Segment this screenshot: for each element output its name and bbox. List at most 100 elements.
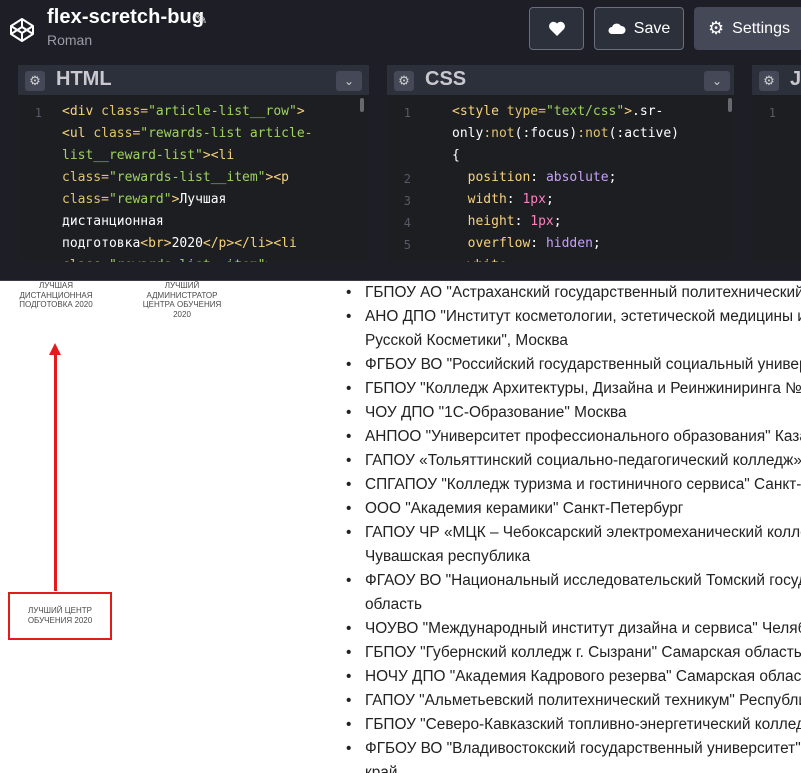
html-gutter: 1: [18, 98, 58, 262]
js-settings-gear-icon[interactable]: ⚙: [759, 71, 779, 91]
list-item-text: область: [365, 596, 422, 613]
html-editor-panel: ⚙ HTML ⌄ 1 <div class="article-list__row…: [18, 62, 369, 262]
html-code-line: дистанционная: [62, 214, 164, 229]
css-editor-panel: ⚙ CSS ⌄ 123456 <style type="text/css">.s…: [387, 62, 734, 262]
list-item-text: Русской Косметики", Москва: [365, 332, 568, 349]
css-line-number: 4: [403, 216, 411, 230]
list-item-text: ГБПОУ "Колледж Архитектуры, Дизайна и Ре…: [365, 380, 801, 397]
html-panel-header: ⚙ HTML ⌄: [18, 62, 369, 95]
list-bullet: •: [346, 668, 352, 685]
js-panel-header: ⚙ JS: [752, 62, 801, 95]
html-collapse-chevron-icon[interactable]: ⌄: [336, 71, 362, 91]
list-bullet: •: [346, 404, 352, 421]
html-code-line: подготовка<br>2020</p></li><li: [62, 236, 297, 251]
list-item-text: АНО ДПО "Институт косметологии, эстетиче…: [365, 308, 801, 325]
js-editor-panel: ⚙ JS 1: [752, 62, 801, 262]
css-code-line: only:not(:focus):not(:active): [452, 126, 680, 141]
list-item-text: ООО "Академия керамики" Санкт-Петербург: [365, 500, 684, 517]
award-best-training-center: Лучший центр обучения 2020: [27, 606, 93, 625]
list-bullet: •: [346, 692, 352, 709]
list-bullet: •: [346, 356, 352, 373]
css-code-line: overflow: hidden;: [452, 236, 601, 251]
list-item-text: Чувашская республика: [365, 548, 531, 565]
list-item-text: ГАПОУ "Альметьевский политехнический тех…: [365, 692, 801, 709]
list-item-text: ЧОУВО "Международный институт дизайна и …: [365, 620, 801, 637]
html-code-line: list__reward-list"><li: [62, 148, 235, 163]
js-gutter: 1: [752, 98, 792, 262]
list-item-text: АНПОО "Университет профессионального обр…: [365, 428, 801, 445]
list-item-text: ГАПОУ ЧР «МЦК – Чебоксарский электромеха…: [365, 524, 801, 541]
js-panel-title: JS: [790, 68, 801, 90]
author-name[interactable]: Roman: [47, 32, 92, 48]
list-bullet: •: [346, 500, 352, 517]
css-line-number: 2: [403, 172, 411, 186]
css-collapse-chevron-icon[interactable]: ⌄: [704, 71, 730, 91]
list-bullet: •: [346, 308, 352, 325]
list-item-text: ЧОУ ДПО "1С-Образование" Москва: [365, 404, 627, 421]
award-best-administrator: Лучший администратор центра обучения 202…: [142, 281, 222, 319]
cloud-icon: [608, 23, 626, 34]
list-bullet: •: [346, 476, 352, 493]
editor-area: ⚙ HTML ⌄ 1 <div class="article-list__row…: [0, 62, 801, 262]
html-code-line: class="reward">Лучшая: [62, 192, 227, 207]
css-code-line: position: absolute;: [452, 170, 617, 185]
css-scrollbar[interactable]: [728, 98, 732, 112]
settings-label: Settings: [732, 19, 790, 37]
html-code-line: class="rewards-list__item"><p: [62, 170, 289, 185]
list-item-text: ГБПОУ "Северо-Кавказский топливно-энерге…: [365, 716, 801, 733]
list-item-text: СПГАПОУ "Колледж туризма и гостиничного …: [365, 476, 801, 493]
edit-pencil-icon[interactable]: ✎: [195, 10, 208, 28]
html-code-line: <ul class="rewards-list article-: [62, 126, 313, 141]
list-item-text: ГАПОУ «Тольяттинский социально-педагогич…: [365, 452, 801, 469]
css-settings-gear-icon[interactable]: ⚙: [394, 71, 414, 91]
css-panel-title: CSS: [425, 68, 467, 90]
settings-button[interactable]: ⚙ Settings: [694, 7, 801, 50]
highlight-box: Лучший центр обучения 2020: [8, 592, 112, 640]
list-item-text: НОЧУ ДПО "Академия Кадрового резерва" Са…: [365, 668, 801, 685]
list-item-text: ГБПОУ "Губернский колледж г. Сызрани" Са…: [365, 644, 801, 661]
list-bullet: •: [346, 452, 352, 469]
js-line-number: 1: [768, 106, 776, 120]
red-arrow-line: [54, 351, 57, 591]
css-code-line: height: 1px;: [452, 214, 562, 229]
gear-icon: ⚙: [708, 18, 725, 38]
css-gutter: 123456: [387, 98, 427, 262]
list-bullet: •: [346, 572, 352, 589]
like-button[interactable]: [529, 7, 584, 50]
css-code-line: width: 1px;: [452, 192, 554, 207]
result-preview: Лучшая дистанционная подготовка 2020 Луч…: [0, 281, 801, 773]
heart-icon: [548, 21, 565, 36]
list-item-text: ГБПОУ АО "Астраханский государственный п…: [365, 284, 801, 301]
html-code-editor[interactable]: 1 <div class="article-list__row"> <ul cla…: [18, 98, 369, 262]
css-line-number: 5: [403, 238, 411, 252]
list-bullet: •: [346, 380, 352, 397]
list-item-text: ФГАОУ ВО "Национальный исследовательский…: [365, 572, 801, 589]
award-distance-training: Лучшая дистанционная подготовка 2020: [19, 281, 93, 309]
html-panel-title: HTML: [56, 68, 112, 90]
save-button[interactable]: Save: [594, 7, 684, 50]
list-item-text: край: [365, 764, 398, 773]
css-line-number: 1: [403, 106, 411, 120]
list-bullet: •: [346, 620, 352, 637]
css-code-line: {: [452, 148, 460, 163]
list-bullet: •: [346, 524, 352, 541]
top-header: flex-scretch-bug ✎ Roman Save ⚙ Settings: [0, 0, 801, 62]
css-panel-header: ⚙ CSS ⌄: [387, 62, 734, 95]
pen-title[interactable]: flex-scretch-bug: [47, 6, 204, 29]
codepen-logo-icon[interactable]: [9, 17, 35, 43]
html-code-line: <div class="article-list__row">: [62, 104, 305, 119]
list-bullet: •: [346, 740, 352, 757]
list-bullet: •: [346, 428, 352, 445]
list-bullet: •: [346, 284, 352, 301]
preview-resize-bar[interactable]: [0, 262, 801, 281]
css-code-editor[interactable]: 123456 <style type="text/css">.sr-only:n…: [387, 98, 734, 262]
css-line-number: 3: [403, 194, 411, 208]
list-item-text: ФГБОУ ВО "Владивостокский государственны…: [365, 740, 801, 757]
list-item-text: ФГБОУ ВО "Российский государственный соц…: [365, 356, 801, 373]
list-bullet: •: [346, 644, 352, 661]
html-settings-gear-icon[interactable]: ⚙: [25, 71, 45, 91]
html-scrollbar[interactable]: [360, 98, 364, 112]
css-code-line: <style type="text/css">.sr-: [452, 104, 664, 119]
html-line-number: 1: [34, 106, 42, 120]
js-code-editor[interactable]: 1: [752, 98, 801, 262]
